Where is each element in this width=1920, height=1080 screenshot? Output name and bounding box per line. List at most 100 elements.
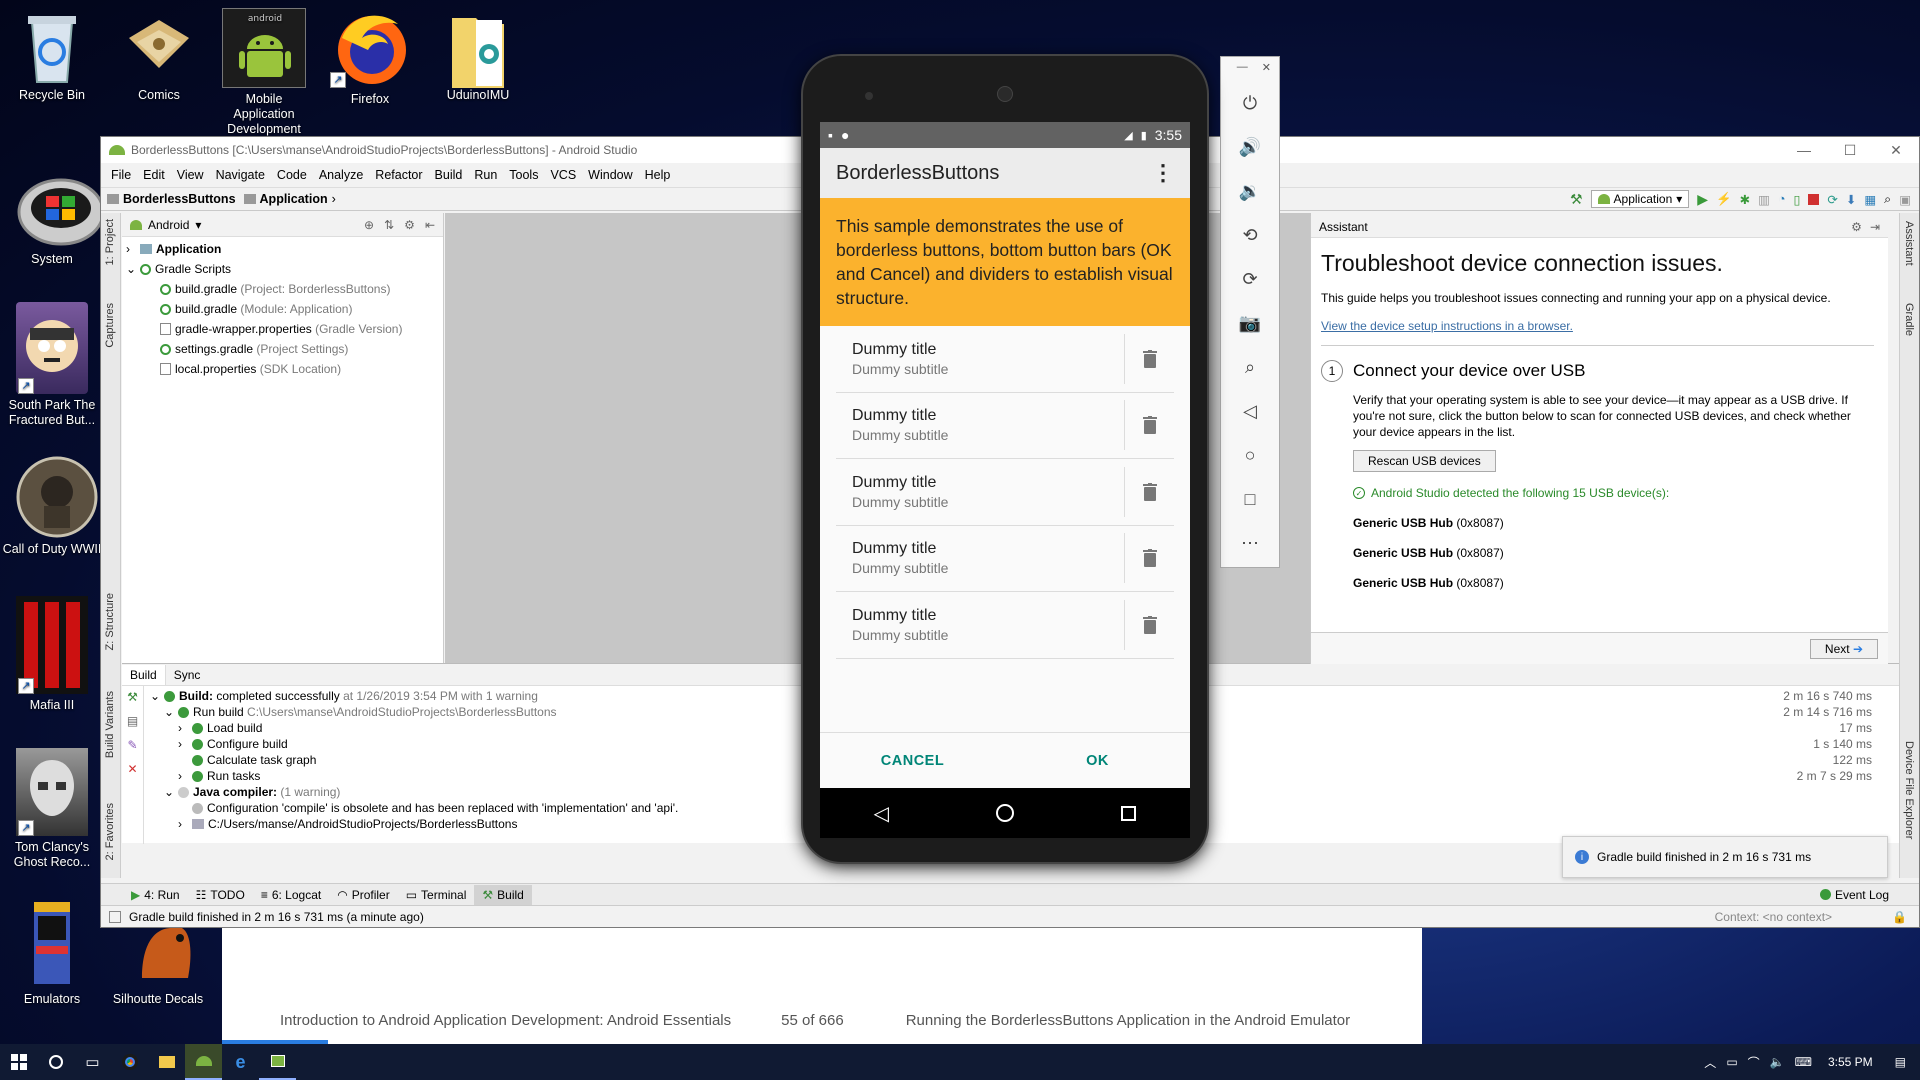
- tab-build[interactable]: Build: [122, 664, 166, 685]
- tree-item-application[interactable]: › Application: [126, 239, 443, 259]
- tab-build-variants[interactable]: Build Variants: [104, 691, 116, 758]
- overview-icon[interactable]: □: [1221, 477, 1279, 521]
- tab-captures[interactable]: Captures: [104, 303, 116, 348]
- menu-help[interactable]: Help: [639, 168, 677, 182]
- desktop-icon-ghostrecon[interactable]: ↗ Tom Clancy's Ghost Reco...: [2, 748, 102, 870]
- volume-up-icon[interactable]: 🔊: [1221, 125, 1279, 169]
- run-config-select[interactable]: Application ▾: [1590, 190, 1690, 208]
- ok-button[interactable]: OK: [1005, 733, 1190, 788]
- attach-icon[interactable]: ◔: [1778, 192, 1786, 206]
- tree-item-gradle-scripts[interactable]: ⌄ Gradle Scripts: [126, 259, 443, 279]
- avd-icon[interactable]: ▯: [1794, 192, 1801, 207]
- tab-terminal[interactable]: ▭ Terminal: [398, 885, 475, 905]
- desktop-icon-firefox[interactable]: ↗ Firefox: [320, 8, 420, 107]
- gear-icon[interactable]: ⚙: [1851, 220, 1862, 234]
- menu-run[interactable]: Run: [468, 168, 503, 182]
- home-icon[interactable]: [996, 804, 1015, 822]
- stop-icon[interactable]: [1808, 193, 1820, 205]
- ime-icon[interactable]: ⌨: [1795, 1055, 1812, 1069]
- menu-window[interactable]: Window: [582, 168, 638, 182]
- list-item[interactable]: Dummy title Dummy subtitle: [836, 592, 1174, 659]
- volume-icon[interactable]: 🔈: [1770, 1055, 1785, 1069]
- desktop-icon-recycle-bin[interactable]: Recycle Bin: [2, 8, 102, 103]
- notifications-icon[interactable]: ▤: [1895, 1055, 1906, 1069]
- rotate-left-icon[interactable]: ⟲: [1221, 213, 1279, 257]
- cancel-button[interactable]: CANCEL: [820, 733, 1005, 788]
- menu-navigate[interactable]: Navigate: [210, 168, 271, 182]
- hammer-icon[interactable]: ⚒: [1570, 191, 1583, 208]
- locate-icon[interactable]: ⊕: [364, 218, 374, 232]
- task-view-icon[interactable]: ▭: [74, 1044, 111, 1080]
- lock-icon[interactable]: 🔒: [1892, 910, 1907, 924]
- delete-icon[interactable]: [1124, 466, 1174, 517]
- menu-tools[interactable]: Tools: [503, 168, 544, 182]
- desktop-icon-uduino[interactable]: UduinoIMU: [428, 8, 528, 103]
- chevron-up-icon[interactable]: ︿: [1704, 1054, 1716, 1071]
- battery-icon[interactable]: ▭: [1726, 1055, 1737, 1069]
- volume-down-icon[interactable]: 🔉: [1221, 169, 1279, 213]
- desktop-icon-system[interactable]: System: [2, 172, 105, 267]
- chevron-down-icon[interactable]: ▾: [195, 218, 201, 232]
- zoom-icon[interactable]: ⌕: [1221, 345, 1279, 389]
- tab-sync[interactable]: Sync: [166, 665, 209, 685]
- menu-analyze[interactable]: Analyze: [313, 168, 369, 182]
- structure-icon[interactable]: ▦: [1864, 192, 1876, 207]
- desktop-icon-mobile-app-dev[interactable]: android Mobile Application Development: [214, 8, 314, 137]
- desktop-icon-cod[interactable]: Call of Duty WWII: [2, 456, 102, 557]
- android-studio-taskbar-icon[interactable]: [185, 1044, 222, 1080]
- breadcrumb-project[interactable]: BorderlessButtons: [123, 192, 236, 206]
- camera-icon[interactable]: 📷: [1221, 301, 1279, 345]
- delete-icon[interactable]: [1124, 400, 1174, 451]
- apply-changes-icon[interactable]: ⚡: [1716, 192, 1732, 207]
- tab-build-bottom[interactable]: ⚒ Build: [474, 884, 532, 905]
- breadcrumb-module[interactable]: Application: [260, 192, 328, 206]
- overflow-menu-icon[interactable]: ⋮: [1152, 160, 1174, 186]
- list-item[interactable]: Dummy title Dummy subtitle: [836, 459, 1174, 526]
- desktop-icon-emulators[interactable]: Emulators: [2, 898, 102, 1007]
- status-panel-icon[interactable]: [109, 910, 121, 923]
- tab-run[interactable]: ▶ 4: Run: [123, 885, 188, 905]
- tab-structure[interactable]: Z: Structure: [104, 593, 116, 650]
- desktop-icon-southpark[interactable]: ↗ South Park The Fractured But...: [2, 302, 102, 428]
- hammer-icon[interactable]: ⚒: [127, 690, 138, 704]
- menu-code[interactable]: Code: [271, 168, 313, 182]
- maximize-icon[interactable]: ☐: [1827, 142, 1873, 159]
- file-explorer-icon[interactable]: [148, 1044, 185, 1080]
- rescan-usb-button[interactable]: Rescan USB devices: [1353, 450, 1496, 472]
- delete-icon[interactable]: [1124, 533, 1174, 584]
- hide-icon[interactable]: ⇤: [425, 218, 435, 232]
- close-icon[interactable]: ✕: [1262, 61, 1271, 77]
- menu-build[interactable]: Build: [429, 168, 469, 182]
- tree-item-settings-gradle[interactable]: settings.gradle (Project Settings): [126, 339, 443, 359]
- power-icon[interactable]: ⏻: [1221, 81, 1279, 125]
- next-button[interactable]: Next ➔: [1809, 639, 1878, 659]
- tree-item-local-properties[interactable]: local.properties (SDK Location): [126, 359, 443, 379]
- device-setup-link[interactable]: View the device setup instructions in a …: [1321, 319, 1874, 333]
- delete-icon[interactable]: [1124, 333, 1174, 384]
- close-icon[interactable]: ✕: [127, 762, 137, 776]
- minimize-icon[interactable]: —: [1237, 61, 1248, 77]
- back-icon[interactable]: ◁: [874, 801, 889, 826]
- home-icon[interactable]: ○: [1221, 433, 1279, 477]
- menu-vcs[interactable]: VCS: [544, 168, 582, 182]
- minimize-icon[interactable]: —: [1781, 142, 1827, 159]
- tab-todo[interactable]: ☷ TODO: [188, 885, 253, 905]
- tab-logcat[interactable]: ≡ 6: Logcat: [253, 885, 329, 905]
- debug-icon[interactable]: ✱: [1740, 192, 1750, 207]
- delete-icon[interactable]: [1124, 599, 1174, 650]
- search-icon[interactable]: ⌕: [1884, 192, 1891, 207]
- sync-icon[interactable]: ⟳: [1827, 192, 1837, 207]
- taskbar-clock[interactable]: 3:55 PM: [1828, 1055, 1873, 1069]
- desktop-icon-mafia[interactable]: ↗ Mafia III: [2, 596, 102, 713]
- tree-item-gradle-wrapper[interactable]: gradle-wrapper.properties (Gradle Versio…: [126, 319, 443, 339]
- tree-item-build-gradle-project[interactable]: build.gradle (Project: BorderlessButtons…: [126, 279, 443, 299]
- emulator-taskbar-icon[interactable]: [259, 1044, 296, 1080]
- menu-refactor[interactable]: Refactor: [369, 168, 428, 182]
- gear-icon[interactable]: ⚙: [404, 218, 415, 232]
- pin-icon[interactable]: ✎: [127, 738, 137, 752]
- tab-profiler[interactable]: ◠ Profiler: [329, 885, 398, 905]
- menu-file[interactable]: File: [105, 168, 137, 182]
- network-icon[interactable]: ⌒: [1748, 1054, 1760, 1071]
- settings-icon[interactable]: ▣: [1899, 192, 1911, 207]
- desktop-icon-comics[interactable]: Comics: [109, 8, 209, 103]
